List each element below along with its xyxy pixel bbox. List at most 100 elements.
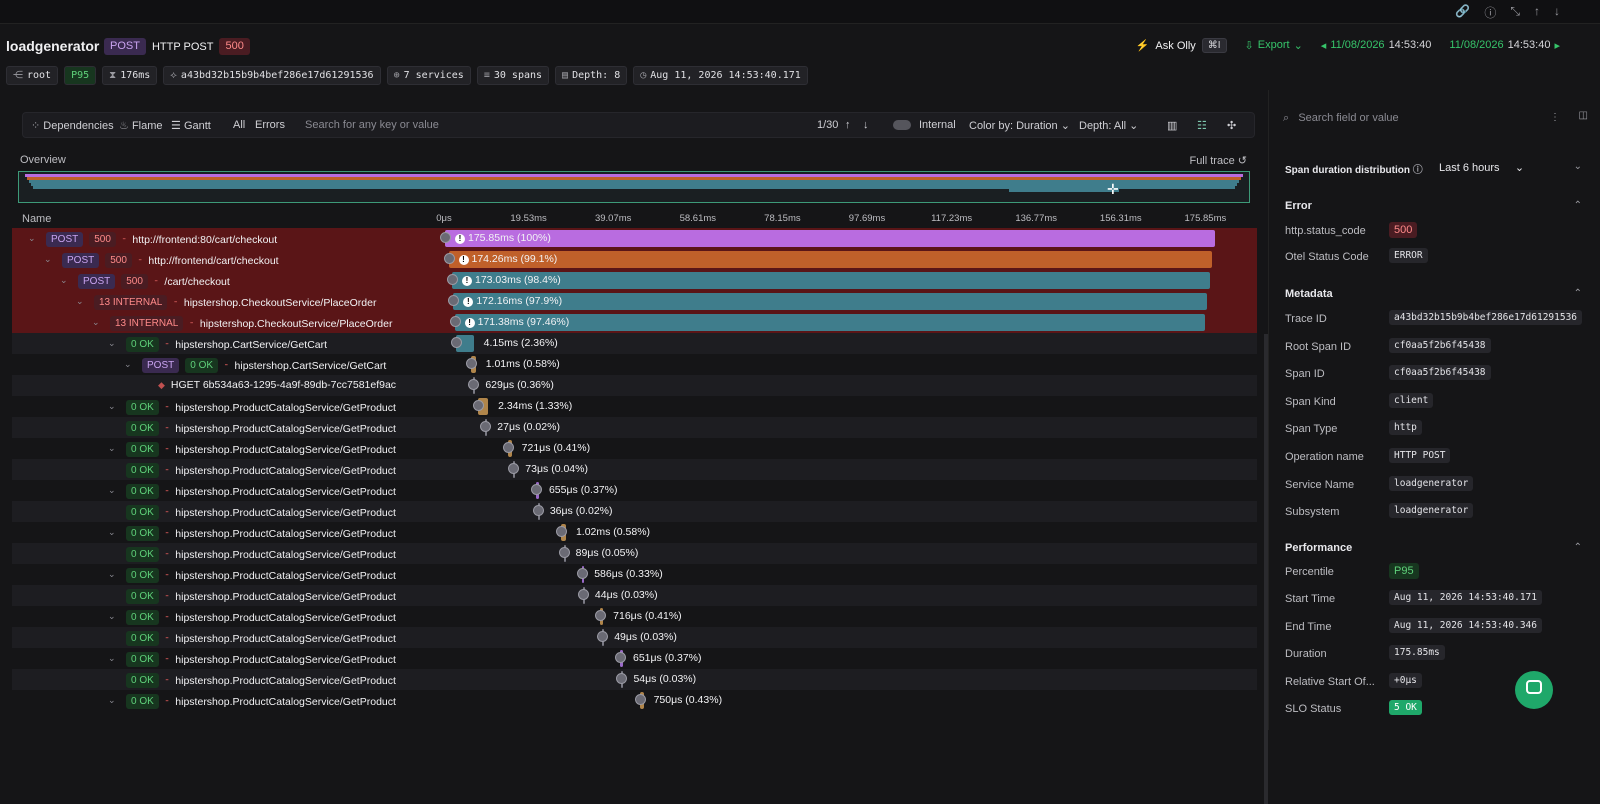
span-row[interactable]: 0 OK ⁃ hipstershop.ProductCatalogService/G… xyxy=(12,501,1257,522)
span-event-marker[interactable] xyxy=(577,589,589,600)
ask-olly-button[interactable]: ⚡ Ask Olly ⌘I xyxy=(1136,38,1227,53)
span-row[interactable]: ⌄ 0 OK ⁃ hipstershop.ProductCatalogService/… xyxy=(12,396,1257,417)
view-gantt[interactable]: ☰ Gantt xyxy=(171,119,211,132)
spans-chip[interactable]: ≡ 30 spans xyxy=(476,66,550,85)
span-duration-bar[interactable] xyxy=(448,251,1212,268)
performance-value[interactable]: Aug 11, 2026 14:53:40.346 xyxy=(1389,617,1542,633)
panel-layout-icon[interactable]: ◫ xyxy=(1579,110,1588,121)
span-row[interactable]: ⌄ 13 INTERNAL ⁃ hipstershop.CheckoutService… xyxy=(12,312,1257,333)
columns-view-icon[interactable]: ▥ xyxy=(1167,119,1177,132)
span-duration-bar[interactable] xyxy=(445,230,1215,247)
trace-id-chip[interactable]: ⟡ a43bd32b15b9b4bef286e17d61291536 xyxy=(163,66,381,85)
info-icon[interactable]: ⓘ xyxy=(1484,4,1496,21)
chevron-down-icon[interactable]: ⌄ xyxy=(1574,161,1582,172)
root-chip[interactable]: ⋲ root xyxy=(6,66,59,85)
expand-caret-icon[interactable]: ⌄ xyxy=(108,338,116,349)
metadata-value[interactable]: a43bd32b15b9b4bef286e17d61291536 xyxy=(1389,310,1583,325)
expand-caret-icon[interactable]: ⌄ xyxy=(108,611,116,622)
span-row[interactable]: 0 OK ⁃ hipstershop.ProductCatalogService/G… xyxy=(12,543,1257,564)
color-by-select[interactable]: Color by: Duration ⌄ xyxy=(969,119,1070,132)
expand-caret-icon[interactable]: ⌄ xyxy=(108,527,116,538)
next-match-button[interactable]: ↓ xyxy=(863,119,869,131)
span-event-marker[interactable] xyxy=(576,568,588,579)
expand-caret-icon[interactable]: ⌄ xyxy=(108,569,116,580)
span-event-marker[interactable] xyxy=(467,379,479,390)
expand-caret-icon[interactable]: ⌄ xyxy=(108,695,116,706)
view-flame[interactable]: ♨ Flame xyxy=(119,119,163,132)
expand-icon[interactable]: ✣ xyxy=(1227,119,1236,132)
metadata-value[interactable]: loadgenerator xyxy=(1389,503,1474,519)
internal-toggle[interactable] xyxy=(893,120,911,130)
expand-caret-icon[interactable]: ⌄ xyxy=(28,233,36,244)
span-event-marker[interactable] xyxy=(450,337,462,348)
span-row[interactable]: 0 OK ⁃ hipstershop.ProductCatalogService/G… xyxy=(12,627,1257,648)
span-event-marker[interactable] xyxy=(503,442,515,453)
depth-select[interactable]: Depth: All ⌄ xyxy=(1079,119,1138,132)
span-event-marker[interactable] xyxy=(597,631,609,642)
span-row[interactable]: ⌄ 0 OK ⁃ hipstershop.ProductCatalogService/… xyxy=(12,438,1257,459)
span-search-input[interactable]: Search for any key or value xyxy=(305,119,439,131)
metadata-value[interactable]: cf0aa5f2b6f45438 xyxy=(1389,337,1491,353)
span-event-marker[interactable] xyxy=(558,547,570,558)
span-row[interactable]: ⌄ 0 OK ⁃ hipstershop.ProductCatalogService/… xyxy=(12,606,1257,627)
expand-caret-icon[interactable]: ⌄ xyxy=(108,485,116,496)
metadata-value[interactable]: cf0aa5f2b6f45438 xyxy=(1389,365,1491,381)
time-range-from[interactable]: ◂ 11/08/2026 14:53:40 xyxy=(1321,39,1432,52)
span-row[interactable]: 0 OK ⁃ hipstershop.ProductCatalogService/G… xyxy=(12,669,1257,690)
arrow-up-icon[interactable]: ↑ xyxy=(1534,4,1540,21)
span-row[interactable]: 0 OK ⁃ hipstershop.ProductCatalogService/G… xyxy=(12,417,1257,438)
span-row[interactable]: ⌄ 13 INTERNAL ⁃ hipstershop.CheckoutService… xyxy=(12,291,1257,312)
filter-all[interactable]: All xyxy=(233,119,245,131)
metadata-value[interactable]: http xyxy=(1389,420,1422,436)
span-event-marker[interactable] xyxy=(472,400,484,411)
span-row[interactable]: ⌄ POST 500 ⁃ http://frontend:80/cart/checkou… xyxy=(12,228,1257,249)
span-event-marker[interactable] xyxy=(508,463,520,474)
export-button[interactable]: ⇩ Export ⌄ xyxy=(1245,39,1303,52)
services-chip[interactable]: ⊕ 7 services xyxy=(386,66,471,85)
span-row[interactable]: ⌄ 0 OK ⁃ hipstershop.ProductCatalogService/… xyxy=(12,648,1257,669)
span-row[interactable]: ⌄ 0 OK ⁃ hipstershop.ProductCatalogService/… xyxy=(12,480,1257,501)
expand-caret-icon[interactable]: ⌄ xyxy=(44,254,52,265)
span-event-marker[interactable] xyxy=(447,274,458,285)
expand-caret-icon[interactable]: ⌄ xyxy=(92,317,100,328)
span-event-marker[interactable] xyxy=(480,421,492,432)
span-event-marker[interactable] xyxy=(449,316,461,327)
list-view-icon[interactable]: ☷ xyxy=(1197,119,1207,132)
span-duration-bar[interactable] xyxy=(453,293,1208,310)
chat-support-button[interactable] xyxy=(1515,671,1553,709)
performance-value[interactable]: Aug 11, 2026 14:53:40.171 xyxy=(1389,590,1542,606)
time-range-to[interactable]: 11/08/2026 14:53:40 ▸ xyxy=(1449,39,1560,52)
performance-value[interactable]: 5 OK xyxy=(1389,700,1422,715)
details-search[interactable]: ⌕ Search field or value xyxy=(1283,112,1399,125)
performance-value[interactable]: 175.85ms xyxy=(1389,645,1445,661)
performance-value[interactable]: P95 xyxy=(1389,563,1419,579)
collapse-icon[interactable]: ⤡ xyxy=(1510,4,1520,21)
arrow-down-icon[interactable]: ↓ xyxy=(1554,4,1560,21)
overview-minimap[interactable]: ✛ xyxy=(18,171,1250,203)
span-row[interactable]: 0 OK ⁃ hipstershop.ProductCatalogService/G… xyxy=(12,585,1257,606)
span-row[interactable]: ⌄ 0 OK ⁃ hipstershop.ProductCatalogService/… xyxy=(12,690,1257,711)
span-duration-bar[interactable] xyxy=(452,272,1210,289)
span-row[interactable]: ⌄ POST 0 OK ⁃ hipstershop.CartService/GetCar… xyxy=(12,354,1257,375)
view-dependencies[interactable]: ⁘ Dependencies xyxy=(31,119,114,132)
link-icon[interactable]: 🔗 xyxy=(1455,4,1470,21)
span-row[interactable]: ⌄ POST 500 ⁃/cart/checkout! 173.03ms (98.4%) xyxy=(12,270,1257,291)
span-event-marker[interactable] xyxy=(531,484,543,495)
more-icon[interactable]: ⋮ xyxy=(1550,112,1560,123)
span-event-marker[interactable] xyxy=(615,652,627,663)
full-trace-button[interactable]: Full trace ↺ xyxy=(1189,154,1247,167)
span-row[interactable]: ⌄ 0 OK ⁃ hipstershop.ProductCatalogService/… xyxy=(12,522,1257,543)
span-row[interactable]: ⌄ 0 OK ⁃ hipstershop.ProductCatalogService/… xyxy=(12,564,1257,585)
metadata-value[interactable]: HTTP POST xyxy=(1389,448,1451,463)
span-event-marker[interactable] xyxy=(443,253,455,264)
expand-caret-icon[interactable]: ⌄ xyxy=(108,653,116,664)
span-event-marker[interactable] xyxy=(440,232,451,243)
span-event-marker[interactable] xyxy=(635,694,647,705)
chevron-up-icon[interactable]: ⌃ xyxy=(1574,288,1582,299)
chevron-up-icon[interactable]: ⌃ xyxy=(1574,200,1582,211)
prev-match-button[interactable]: ↑ xyxy=(845,119,851,131)
expand-caret-icon[interactable]: ⌄ xyxy=(108,443,116,454)
span-event-marker[interactable] xyxy=(532,505,544,516)
span-row[interactable]: ◆ HGET 6b534a63-1295-4a9f-89db-7cc7581ef9… xyxy=(12,375,1257,396)
span-row[interactable]: ⌄ 0 OK ⁃ hipstershop.CartService/GetCart 4.1… xyxy=(12,333,1257,354)
